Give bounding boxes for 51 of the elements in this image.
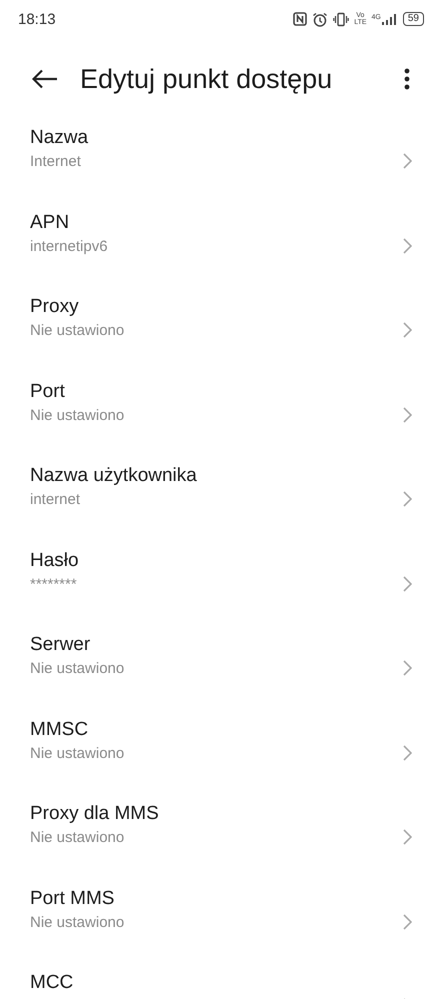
- setting-title: Hasło: [30, 548, 79, 572]
- setting-value: Nie ustawiono: [30, 406, 124, 426]
- setting-value: internet: [30, 490, 82, 510]
- more-options-icon[interactable]: [404, 68, 410, 90]
- chevron-right-icon: [403, 238, 412, 254]
- chevron-right-icon: [403, 829, 412, 845]
- setting-item[interactable]: APN internetipv6: [0, 204, 446, 289]
- setting-value: Internet: [30, 152, 82, 172]
- signal-icon: [382, 14, 398, 24]
- setting-item[interactable]: Nazwa użytkownika internet: [0, 458, 446, 542]
- setting-title: Serwer: [30, 633, 92, 657]
- chevron-right-icon: [403, 153, 412, 169]
- setting-title: Proxy: [30, 295, 80, 319]
- setting-item[interactable]: Port Nie ustawiono: [0, 374, 446, 458]
- setting-value: Nie ustawiono: [30, 321, 124, 341]
- setting-value: Nie ustawiono: [30, 828, 126, 848]
- setting-value: Nie ustawiono: [30, 659, 124, 679]
- setting-item[interactable]: MMSC Nie ustawiono: [0, 712, 446, 796]
- setting-item[interactable]: Proxy Nie ustawiono: [0, 289, 446, 374]
- setting-item[interactable]: MCC: [0, 965, 446, 999]
- setting-title: Proxy dla MMS: [30, 802, 159, 826]
- setting-item[interactable]: Port MMS Nie ustawiono: [0, 880, 446, 965]
- battery-indicator: 59: [402, 12, 424, 26]
- setting-title: Nazwa użytkownika: [30, 464, 197, 488]
- chevron-right-icon: [403, 406, 412, 422]
- chevron-right-icon: [403, 744, 412, 760]
- nfc-icon: [293, 12, 308, 26]
- back-arrow-icon[interactable]: [32, 69, 58, 89]
- chevron-right-icon: [403, 660, 412, 676]
- chevron-right-icon: [403, 576, 412, 592]
- setting-value: Nie ustawiono: [30, 744, 124, 764]
- chevron-right-icon: [403, 322, 412, 338]
- setting-item[interactable]: Nazwa Internet: [0, 120, 446, 204]
- setting-value: ********: [30, 574, 78, 594]
- setting-title: MMSC: [30, 718, 90, 742]
- setting-item[interactable]: Proxy dla MMS Nie ustawiono: [0, 796, 446, 880]
- setting-title: MCC: [30, 971, 74, 995]
- setting-title: Port: [30, 380, 66, 404]
- vibrate-icon: [333, 12, 350, 26]
- chevron-right-icon: [403, 914, 412, 930]
- setting-title: APN: [30, 210, 70, 234]
- setting-title: Port MMS: [30, 886, 116, 910]
- page-title: Edytuj punkt dostępu: [80, 64, 334, 94]
- alarm-icon: [312, 12, 328, 26]
- setting-value: Nie ustawiono: [30, 912, 124, 932]
- status-time: 18:13: [18, 10, 56, 28]
- setting-item[interactable]: Hasło ********: [0, 542, 446, 627]
- setting-title: Nazwa: [30, 126, 88, 150]
- setting-item[interactable]: Serwer Nie ustawiono: [0, 627, 446, 712]
- chevron-right-icon: [403, 491, 412, 507]
- setting-value: internetipv6: [30, 236, 108, 256]
